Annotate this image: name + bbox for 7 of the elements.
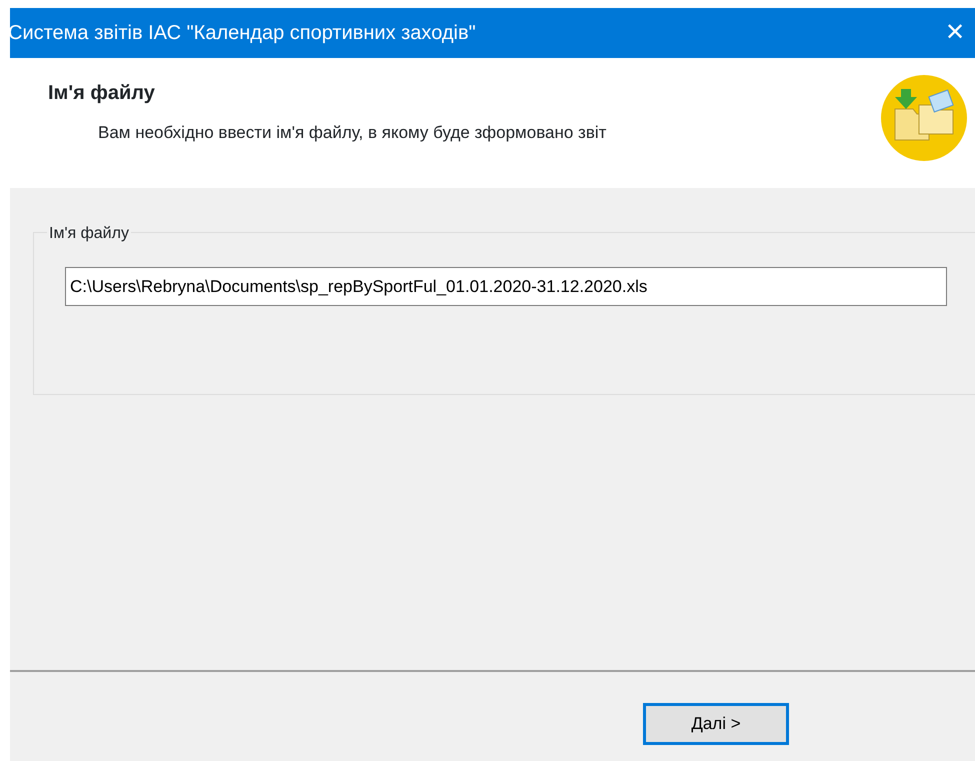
window-title: Система звітів ІАС "Календар спортивних заходів" <box>8 21 476 46</box>
page-subtitle: Вам необхідно ввести ім'я файлу, в якому буде зформовано звіт <box>98 122 606 144</box>
next-button[interactable]: Далі > <box>643 703 789 745</box>
page-title: Ім'я файлу <box>48 81 156 106</box>
file-name-field[interactable]: C:\Users\Rebryna\Documents\sp_repBySportFul_01.01.2020-31.12.2020.xls <box>65 267 947 306</box>
folders-icon <box>881 75 967 161</box>
close-button[interactable]: ✕ <box>935 15 975 51</box>
